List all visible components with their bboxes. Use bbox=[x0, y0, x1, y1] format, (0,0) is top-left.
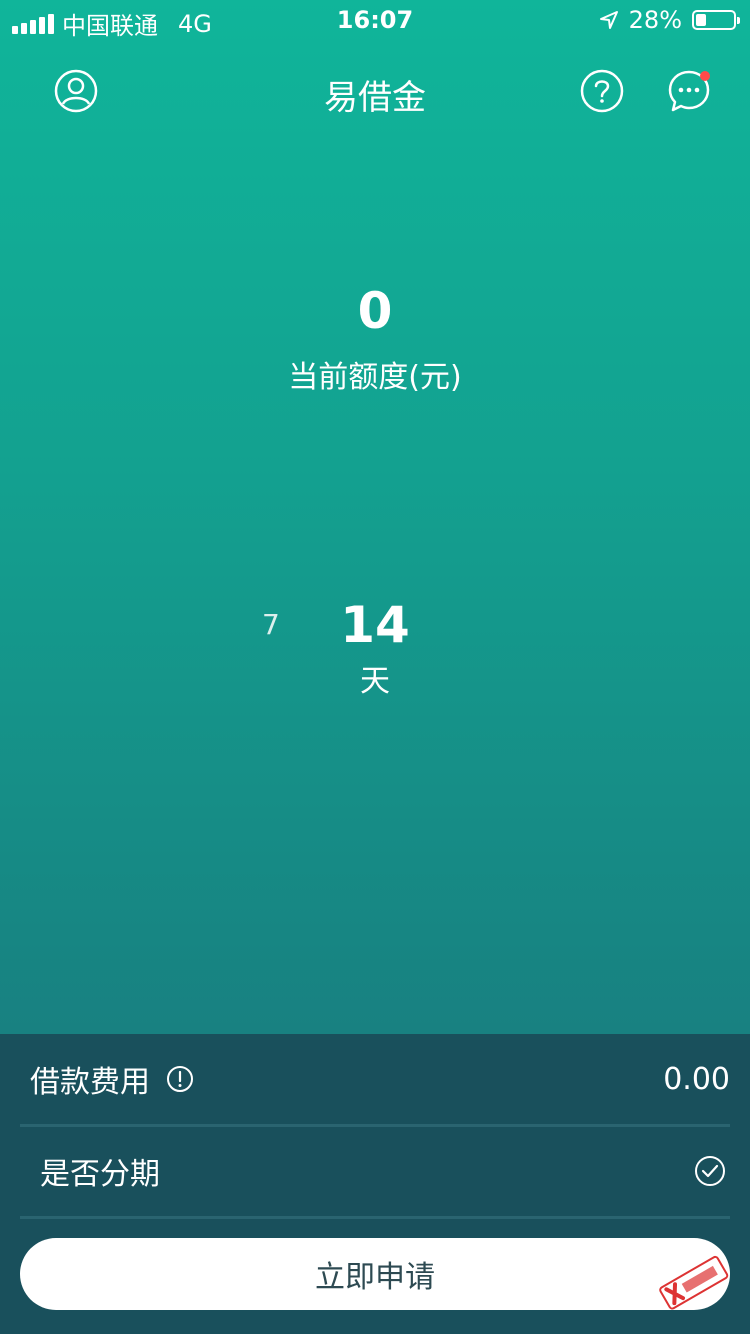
page-title: 易借金 bbox=[324, 78, 426, 118]
watermark-logo bbox=[659, 1255, 729, 1310]
fee-row: 借款费用 0.00 bbox=[20, 1034, 730, 1127]
bottom-panel: 借款费用 0.00 是否分期 立即申请 bbox=[0, 1034, 750, 1334]
installment-label: 是否分期 bbox=[40, 1157, 160, 1192]
fee-amount: 0.00 bbox=[663, 1061, 730, 1097]
info-icon[interactable] bbox=[166, 1065, 194, 1093]
unread-badge bbox=[700, 71, 710, 81]
quota-value: 0 bbox=[357, 282, 393, 340]
nav-bar: 易借金 bbox=[0, 62, 750, 120]
apply-button[interactable]: 立即申请 bbox=[20, 1238, 730, 1310]
fee-label: 借款费用 bbox=[30, 1065, 150, 1100]
quota-label: 当前额度(元) bbox=[288, 360, 462, 395]
message-button[interactable] bbox=[666, 68, 712, 114]
check-icon[interactable] bbox=[694, 1155, 726, 1187]
battery-percent: 28% bbox=[628, 6, 682, 34]
installment-row[interactable]: 是否分期 bbox=[20, 1126, 730, 1219]
help-button[interactable] bbox=[579, 68, 625, 114]
help-icon bbox=[580, 69, 624, 113]
term-option-selected[interactable]: 14 bbox=[0, 596, 750, 654]
battery-icon bbox=[692, 10, 740, 30]
location-arrow-icon bbox=[599, 11, 618, 29]
status-bar: 中国联通 4G 16:07 28% bbox=[0, 0, 750, 40]
term-unit: 天 bbox=[360, 664, 390, 699]
